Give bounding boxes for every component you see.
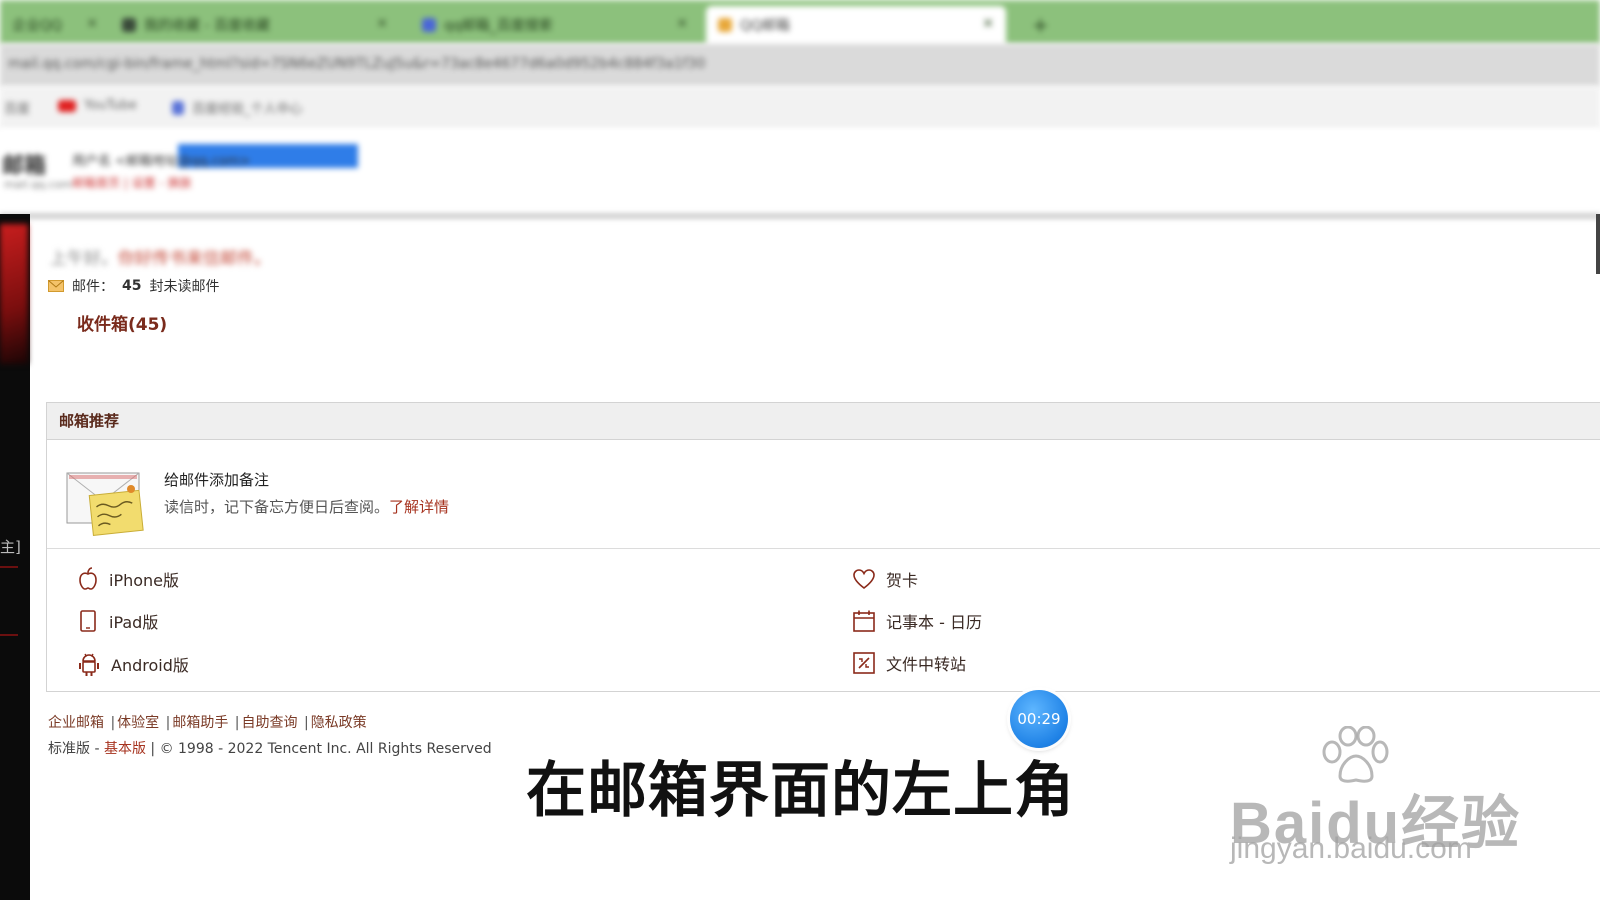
calendar-icon (853, 610, 875, 632)
close-icon[interactable]: ✕ (376, 16, 388, 32)
sidebar-divider (0, 566, 18, 568)
footer-separator: | (165, 715, 171, 731)
promo-description: 读信时，记下备忘方便日后查阅。了解详情 (164, 496, 449, 517)
sidebar-divider (0, 634, 18, 636)
bookmark-label: 百度经验_个人中心 (192, 102, 303, 117)
panel-title: 邮箱推荐 (47, 403, 1600, 440)
note-envelope-icon (66, 472, 144, 536)
learn-more-link[interactable]: 了解详情 (389, 498, 449, 516)
bookmark-label: 百度 (4, 102, 31, 117)
android-icon (79, 653, 99, 676)
greeting-quote: 你好传书来信邮件。 (118, 249, 271, 269)
bookmark-label: YouTube (84, 98, 137, 113)
feature-android[interactable]: Android版 (77, 651, 189, 677)
mail-header: 邮箱 mail.qq.com 用户名 <邮箱地址@qq.com> 邮箱首页 | … (0, 128, 1600, 218)
panel-divider (47, 548, 1600, 549)
favicon-icon (122, 18, 136, 32)
feature-notepad-calendar[interactable]: 记事本 - 日历 (852, 609, 982, 633)
footer-links: 企业邮箱 | 体验室 | 邮箱助手 | 自助查询 | 隐私政策 (48, 712, 367, 732)
youtube-icon (58, 99, 76, 112)
feature-ipad[interactable]: iPad版 (77, 609, 158, 633)
browser-tab-strip: 企业QQ ✕ 我的收藏 - 百度收藏 ✕ qq邮箱_百度搜索 ✕ QQ邮箱 ✕ … (0, 0, 1600, 44)
footer-link-privacy[interactable]: 隐私政策 (311, 715, 367, 731)
greeting: 上午好。你好传书来信邮件。 (50, 244, 271, 269)
baidu-watermark: Baidu经验 jingyan.baidu.com (1230, 726, 1530, 876)
browser-tab[interactable]: qq邮箱_百度搜索 ✕ (410, 6, 700, 44)
account-name: 用户名 <邮箱地址@qq.com> (72, 154, 251, 169)
bookmarks-bar: 百度 YouTube 百度经验_个人中心 (0, 86, 1600, 129)
favicon-icon (422, 18, 436, 32)
left-sidebar: 主] (0, 214, 30, 900)
footer-separator: | (234, 715, 240, 731)
heart-icon (853, 569, 875, 590)
feature-label: 文件中转站 (886, 655, 967, 674)
promo-desc-text: 读信时，记下备忘方便日后查阅。 (164, 498, 390, 516)
apple-icon (79, 567, 97, 590)
footer-link-assistant[interactable]: 邮箱助手 (172, 715, 228, 731)
footer-separator: | (303, 715, 309, 731)
tab-label: 企业QQ (12, 18, 63, 34)
feature-label: iPhone版 (109, 571, 180, 590)
unread-count: 45 (122, 278, 142, 294)
footer-separator: | (110, 715, 116, 731)
address-bar[interactable]: mail.qq.com/cgi-bin/frame_html?sid=7SN6e… (0, 44, 1600, 87)
greeting-text: 上午好。 (50, 249, 118, 269)
promo-title: 给邮件添加备注 (164, 471, 270, 489)
version-dash: - (90, 741, 104, 757)
close-icon[interactable]: ✕ (86, 16, 98, 32)
browser-tab[interactable]: 我的收藏 - 百度收藏 ✕ (110, 6, 400, 44)
feature-label: 记事本 - 日历 (886, 613, 982, 632)
tablet-icon (80, 610, 96, 632)
new-tab-button[interactable]: + (1020, 6, 1060, 44)
feature-greeting-card[interactable]: 贺卡 (852, 567, 918, 591)
feature-label: iPad版 (109, 613, 159, 632)
envelope-icon (48, 280, 64, 292)
sidebar-bracket-icon: 主] (0, 538, 21, 556)
url-text: mail.qq.com/cgi-bin/frame_html?sid=7SN6e… (8, 56, 706, 72)
tab-label: 我的收藏 - 百度收藏 (144, 18, 270, 34)
mail-label: 邮件： (72, 279, 114, 295)
favicon-icon (718, 18, 732, 32)
browser-tab-active[interactable]: QQ邮箱 ✕ (706, 6, 1006, 44)
footer-link-self-service[interactable]: 自助查询 (242, 715, 298, 731)
version-standard: 标准版 (48, 741, 90, 757)
bookmark-item[interactable]: YouTube (58, 98, 137, 113)
sidebar-decoration (0, 224, 28, 364)
bookmark-item[interactable]: 百度经验_个人中心 (172, 98, 303, 117)
feature-label: Android版 (111, 656, 189, 675)
close-icon[interactable]: ✕ (982, 16, 994, 32)
recording-timer: 00:29 (1010, 690, 1068, 748)
inbox-link[interactable]: 收件箱(45) (77, 310, 167, 335)
watermark-url: jingyan.baidu.com (1230, 832, 1472, 865)
header-links[interactable]: 邮箱首页 | 设置 - 换肤 (72, 174, 192, 191)
mailbox-recommend-panel: 邮箱推荐 给邮件添加备注 读信时，记下备忘方便日后查阅。了解详情 iPhone版… (46, 402, 1600, 692)
scrollbar[interactable] (1596, 214, 1600, 274)
browser-tab[interactable]: 企业QQ ✕ (0, 6, 110, 44)
mail-logo: 邮箱 (2, 154, 47, 179)
close-icon[interactable]: ✕ (676, 16, 688, 32)
mail-unread-info: 邮件： 45 封未读邮件 (48, 276, 219, 296)
version-basic-link[interactable]: 基本版 (104, 741, 146, 757)
feature-iphone[interactable]: iPhone版 (77, 567, 179, 591)
bookmark-item[interactable]: 百度 (4, 98, 30, 117)
footer-copyright: 标准版 - 基本版 | © 1998 - 2022 Tencent Inc. A… (48, 738, 492, 758)
tab-label: qq邮箱_百度搜索 (444, 18, 553, 34)
footer-link-lab[interactable]: 体验室 (117, 715, 159, 731)
feature-label: 贺卡 (886, 571, 919, 590)
footer-link-enterprise[interactable]: 企业邮箱 (48, 715, 104, 731)
unread-suffix: 封未读邮件 (149, 279, 220, 295)
bookmark-icon (172, 100, 184, 115)
plus-icon: + (1032, 13, 1049, 37)
mail-logo-sub: mail.qq.com (4, 178, 73, 191)
file-transfer-icon (853, 652, 875, 674)
feature-file-transfer[interactable]: 文件中转站 (852, 651, 966, 675)
tab-label: QQ邮箱 (740, 18, 791, 34)
copyright-text: | © 1998 - 2022 Tencent Inc. All Rights … (145, 741, 492, 757)
video-subtitle: 在邮箱界面的左上角 (526, 756, 1075, 826)
